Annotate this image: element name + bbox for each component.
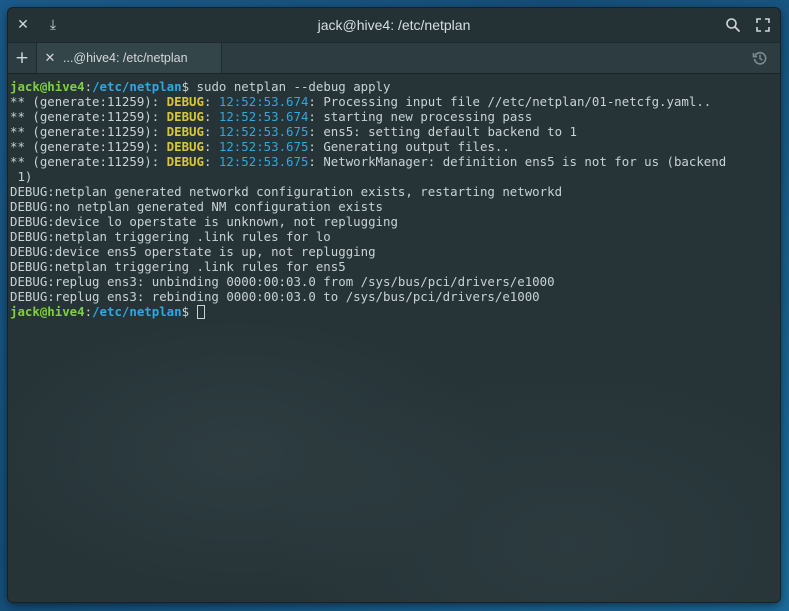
- output-line: 1): [10, 169, 33, 184]
- terminal-output[interactable]: jack@hive4:/etc/netplan$ sudo netplan --…: [8, 74, 780, 602]
- output-line: DEBUG:replug ens3: unbinding 0000:00:03.…: [10, 274, 555, 289]
- output-line: ** (generate:11259): DEBUG: 12:52:53.675…: [10, 139, 510, 154]
- close-icon: ✕: [17, 17, 29, 33]
- new-tab-button[interactable]: +: [8, 43, 36, 73]
- prompt-path: /etc/netplan: [92, 79, 182, 94]
- title-bar: ✕ ⤓ jack@hive4: /etc/netplan: [8, 8, 780, 42]
- close-tab-icon[interactable]: ✕: [37, 51, 63, 66]
- closed-tabs-history-button[interactable]: [740, 43, 780, 73]
- command-text: sudo netplan --debug apply: [189, 79, 391, 94]
- tab-bar: + ✕ ...@hive4: /etc/netplan: [8, 42, 780, 74]
- tab-netplan[interactable]: ✕ ...@hive4: /etc/netplan: [36, 43, 222, 73]
- output-line: ** (generate:11259): DEBUG: 12:52:53.675…: [10, 124, 577, 139]
- output-line: ** (generate:11259): DEBUG: 12:52:53.675…: [10, 154, 727, 169]
- plus-icon: +: [14, 48, 30, 68]
- output-line: DEBUG:device lo operstate is unknown, no…: [10, 214, 398, 229]
- prompt-user: jack@hive4: [10, 79, 85, 94]
- output-line: DEBUG:device ens5 operstate is up, not r…: [10, 244, 376, 259]
- output-line: ** (generate:11259): DEBUG: 12:52:53.674…: [10, 94, 712, 109]
- command-line: jack@hive4:/etc/netplan$ sudo netplan --…: [10, 79, 391, 94]
- window-title: jack@hive4: /etc/netplan: [317, 17, 471, 33]
- output-line: DEBUG:no netplan generated NM configurat…: [10, 199, 383, 214]
- maximize-icon: [756, 18, 770, 32]
- search-button[interactable]: [718, 10, 748, 40]
- text-cursor: [196, 305, 205, 319]
- output-line: DEBUG:netplan triggering .link rules for…: [10, 229, 331, 244]
- history-icon: [752, 51, 767, 65]
- output-line: DEBUG:netplan generated networkd configu…: [10, 184, 563, 199]
- close-window-button[interactable]: ✕: [8, 10, 38, 40]
- download-icon: ⤓: [49, 17, 57, 33]
- prompt-user: jack@hive4: [10, 304, 85, 319]
- prompt-path: /etc/netplan: [92, 304, 182, 319]
- maximize-button[interactable]: [748, 10, 778, 40]
- search-icon: [726, 18, 740, 32]
- download-button[interactable]: ⤓: [38, 10, 68, 40]
- output-line: DEBUG:replug ens3: rebinding 0000:00:03.…: [10, 289, 540, 304]
- output-line: ** (generate:11259): DEBUG: 12:52:53.674…: [10, 109, 533, 124]
- terminal-window: ✕ ⤓ jack@hive4: /etc/netplan + ✕ ...@hiv…: [8, 8, 780, 602]
- prompt-line: jack@hive4:/etc/netplan$: [10, 304, 778, 319]
- tab-label: ...@hive4: /etc/netplan: [63, 51, 188, 65]
- output-line: DEBUG:netplan triggering .link rules for…: [10, 259, 346, 274]
